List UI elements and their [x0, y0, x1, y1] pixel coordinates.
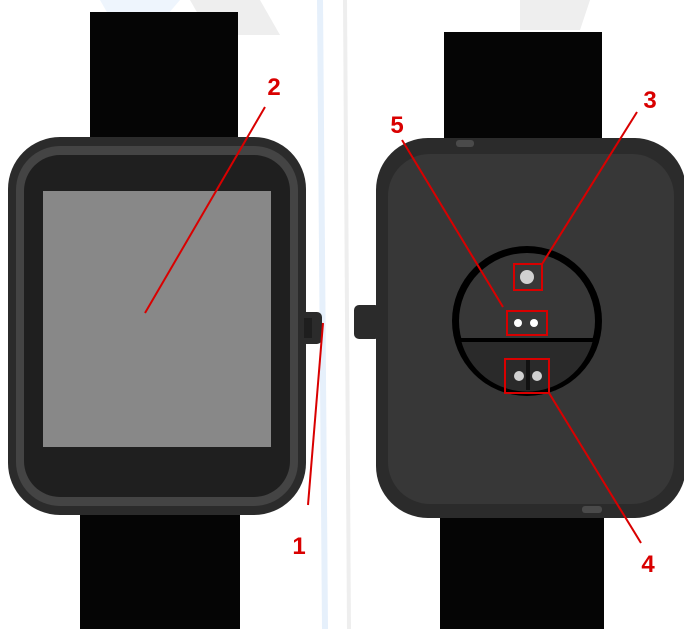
diagram-canvas: 2 1 3 5 4 — [8, 0, 684, 629]
charging-pin — [514, 371, 524, 381]
strap-top — [90, 12, 238, 144]
callout-number-3: 3 — [643, 87, 656, 114]
strap-release-pin — [456, 140, 474, 147]
optical-sensor-lens — [520, 270, 534, 284]
charging-pin — [532, 371, 542, 381]
contact-dot — [514, 319, 522, 327]
screen — [43, 191, 271, 447]
watch-front — [8, 12, 322, 629]
callout-number-5: 5 — [390, 112, 403, 139]
callout-number-4: 4 — [641, 551, 655, 578]
strap-bottom-back — [440, 500, 604, 629]
contact-dot — [530, 319, 538, 327]
callout-number-1: 1 — [292, 533, 305, 560]
side-button-edge — [304, 318, 312, 338]
background-shape — [520, 0, 590, 30]
charging-divider — [526, 360, 530, 390]
background-line — [343, 0, 351, 629]
strap-release-pin — [582, 506, 602, 513]
strap-bottom — [80, 505, 240, 629]
callout-number-2: 2 — [267, 74, 280, 101]
side-button-back — [354, 305, 380, 339]
watch-diagram: 2 1 3 5 4 — [0, 0, 684, 629]
